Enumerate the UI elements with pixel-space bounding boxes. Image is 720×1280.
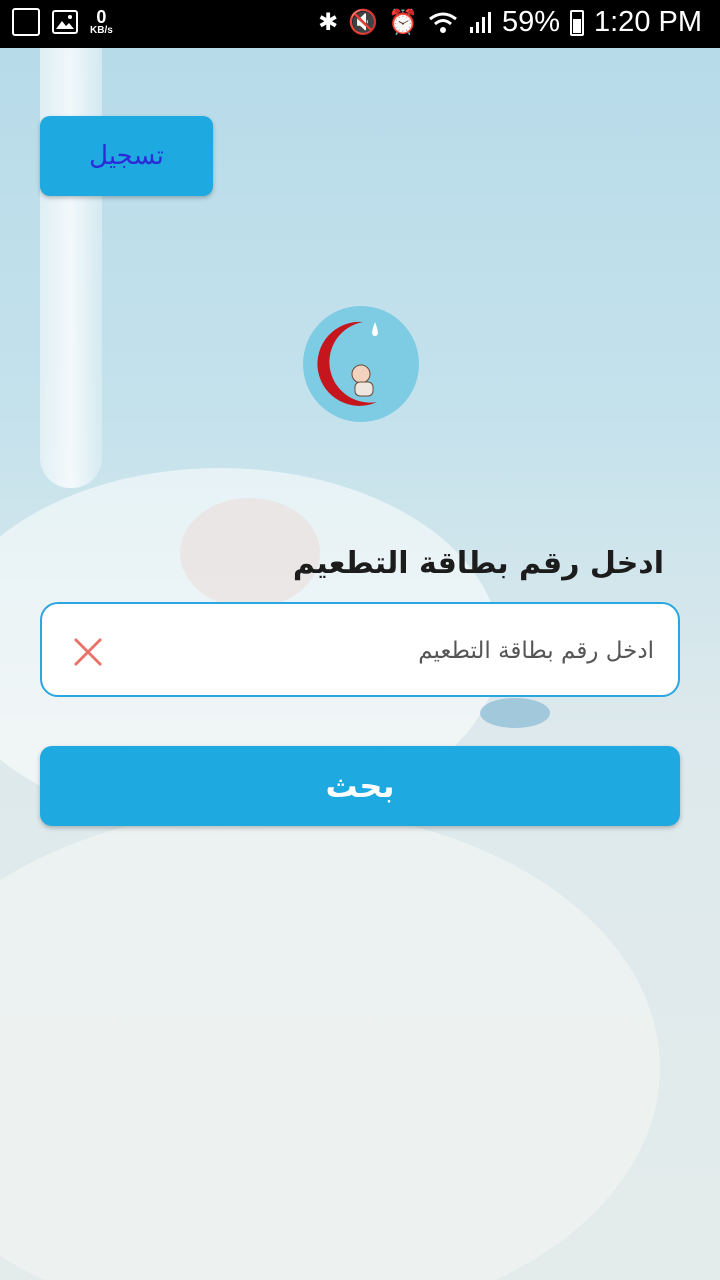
- speed-unit: KB/s: [90, 25, 113, 36]
- card-number-field: [40, 602, 680, 697]
- card-number-prompt: ادخل رقم بطاقة التطعيم: [292, 546, 664, 581]
- bluetooth-icon: ✱: [318, 9, 339, 36]
- app-logo: [303, 306, 419, 422]
- network-speed: 0 KB/s: [90, 8, 113, 36]
- card-number-input[interactable]: [132, 624, 656, 678]
- search-button[interactable]: بحث: [40, 746, 680, 826]
- red-crescent-baby-logo: [317, 321, 378, 406]
- clock: 1:20 PM: [594, 6, 702, 38]
- battery-icon: [570, 9, 584, 36]
- wifi-icon: [429, 12, 457, 33]
- alarm-icon: ⏰: [388, 9, 418, 36]
- battery-percent: 59%: [501, 6, 560, 38]
- image-icon: [52, 10, 78, 34]
- speed-value: 0: [96, 7, 107, 27]
- mute-icon: 🔇: [348, 9, 379, 36]
- status-bar: 0 KB/s ✱ 🔇 ⏰ 59% 1:20 PM: [0, 0, 720, 48]
- gallery-icon: [12, 8, 40, 36]
- signal-icon: [469, 11, 491, 33]
- register-button[interactable]: تسجيل: [40, 116, 213, 196]
- close-icon[interactable]: [70, 634, 106, 670]
